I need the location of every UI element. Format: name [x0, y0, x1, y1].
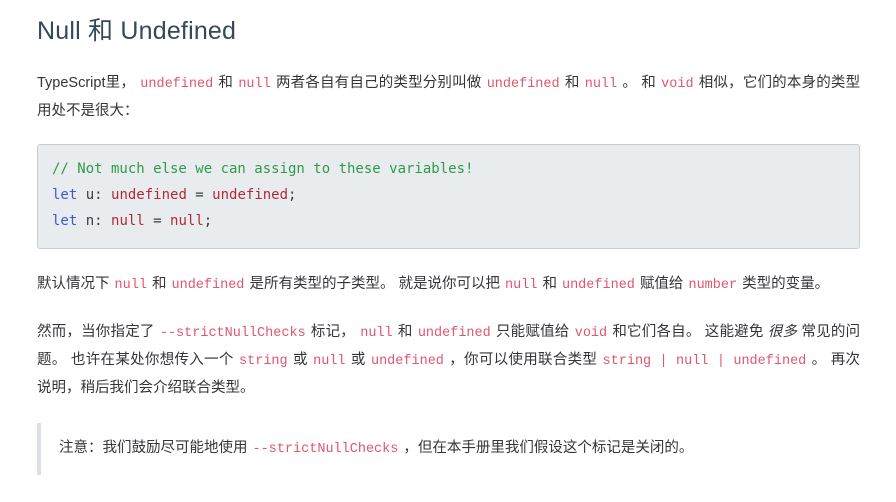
inline-code-void: void: [661, 77, 694, 92]
inline-code-undefined-type: undefined: [486, 77, 560, 92]
inline-code-number: number: [688, 278, 738, 293]
code-tokens: // Not much else we can assign to these …: [52, 161, 473, 229]
inline-code-string: string: [239, 354, 288, 369]
inline-code-undefined: undefined: [171, 278, 245, 293]
text-fragment: TypeScript里，: [37, 75, 136, 91]
inline-code-undefined: undefined: [140, 77, 214, 92]
code-token-type: undefined: [111, 187, 187, 203]
text-fragment: 或: [292, 352, 308, 368]
inline-code-strict-null-checks: --strictNullChecks: [252, 442, 399, 457]
code-token-type: undefined: [212, 187, 289, 203]
text-fragment: 和: [218, 75, 234, 91]
document-content: Null 和 Undefined TypeScript里， undefined …: [0, 0, 896, 475]
inline-code-null: null: [360, 326, 393, 341]
text-fragment: ，你可以使用联合类型: [449, 352, 598, 368]
text-fragment: 赋值给: [639, 276, 684, 292]
text-fragment: 和: [151, 276, 167, 292]
paragraph-intro: TypeScript里， undefined 和 null 两者各自有自己的类型…: [37, 70, 860, 124]
text-fragment: 注意：我们鼓励尽可能地使用: [59, 440, 248, 456]
code-token-type: null: [170, 213, 204, 229]
paragraph-subtypes: 默认情况下 null 和 undefined 是所有类型的子类型。 就是说你可以…: [37, 271, 860, 299]
code-token-keyword: let: [52, 213, 78, 229]
code-token-comment: // Not much else we can assign to these …: [52, 161, 474, 177]
text-fragment: 是所有类型的子类型。 就是说你可以把: [249, 276, 500, 292]
inline-code-null-type: null: [584, 77, 618, 92]
code-token-punct: ;: [203, 213, 213, 229]
inline-code-null: null: [238, 77, 271, 92]
note-text: 注意：我们鼓励尽可能地使用 --strictNullChecks ，但在本手册里…: [59, 435, 860, 463]
inline-code-undefined: undefined: [370, 354, 444, 369]
code-token-plain: =: [186, 187, 213, 203]
code-block: // Not much else we can assign to these …: [37, 144, 860, 249]
inline-code-void: void: [574, 326, 608, 341]
text-fragment: 和: [564, 75, 580, 91]
text-fragment: 。 和: [622, 75, 656, 91]
note-blockquote: 注意：我们鼓励尽可能地使用 --strictNullChecks ，但在本手册里…: [37, 423, 860, 475]
code-token-keyword: let: [52, 187, 78, 203]
code-token-plain: =: [144, 213, 171, 229]
code-block-content: // Not much else we can assign to these …: [52, 157, 845, 235]
text-fragment: 和: [397, 324, 413, 340]
inline-code-null: null: [505, 278, 538, 293]
text-fragment: ，但在本手册里我们假设这个标记是关闭的。: [403, 440, 694, 456]
code-token-type: null: [111, 213, 145, 229]
inline-code-null: null: [114, 278, 147, 293]
page-title: Null 和 Undefined: [37, 17, 237, 45]
inline-code-undefined: undefined: [561, 278, 635, 293]
text-fragment: 类型的变量。: [742, 276, 830, 292]
inline-code-union-type: string | null | undefined: [602, 354, 807, 369]
paragraph-strict-null-checks: 然而，当你指定了 --strictNullChecks 标记， null 和 u…: [37, 319, 860, 401]
code-token-plain: u:: [77, 187, 112, 203]
inline-code-null: null: [313, 354, 346, 369]
text-fragment: 和: [542, 276, 557, 292]
text-fragment: 和它们各自。 这能避免: [612, 324, 764, 340]
text-fragment: 两者各自有自己的类型分别叫做: [275, 75, 482, 91]
text-fragment: 然而，当你指定了: [37, 324, 155, 340]
text-fragment: 标记，: [310, 324, 356, 340]
code-token-punct: ;: [288, 187, 297, 203]
code-token-plain: n:: [77, 213, 112, 229]
emphasis-text: 很多: [767, 324, 798, 340]
text-fragment: 默认情况下: [37, 276, 110, 292]
text-fragment: 或: [350, 352, 366, 368]
inline-code-undefined: undefined: [417, 326, 491, 341]
text-fragment: 只能赋值给: [495, 324, 570, 340]
inline-code-strict-null-checks: --strictNullChecks: [159, 326, 306, 341]
